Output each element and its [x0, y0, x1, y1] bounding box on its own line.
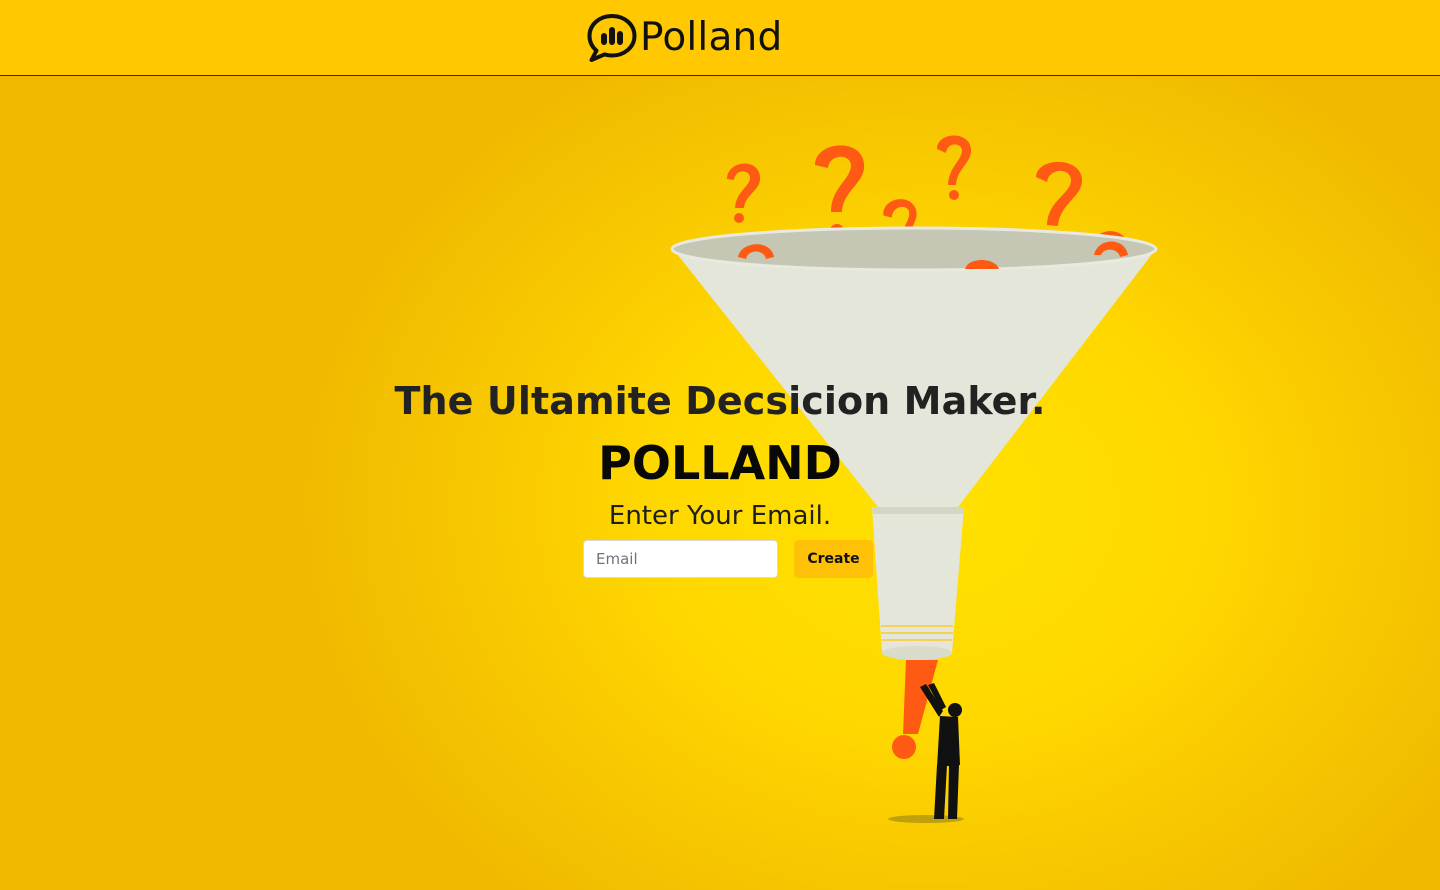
signup-panel: The Ultamite Decsicion Maker. POLLAND En… [0, 77, 1440, 890]
email-prompt: Enter Your Email. [608, 501, 832, 531]
hero-section: The Ultamite Decsicion Maker. POLLAND En… [0, 77, 1440, 890]
create-button[interactable]: Create [794, 540, 873, 578]
brand-link[interactable]: Polland [586, 12, 782, 64]
hero-brand-title: POLLAND [598, 436, 842, 490]
landing-page: Polland The Ultamite Decsicion Maker. PO… [0, 0, 1440, 890]
email-input[interactable] [583, 540, 778, 578]
top-navbar: Polland [0, 0, 1440, 76]
speech-bubble-bar-chart-icon [587, 14, 637, 62]
hero-headline: The Ultamite Decsicion Maker. [394, 379, 1046, 423]
brand-name: Polland [640, 15, 783, 60]
